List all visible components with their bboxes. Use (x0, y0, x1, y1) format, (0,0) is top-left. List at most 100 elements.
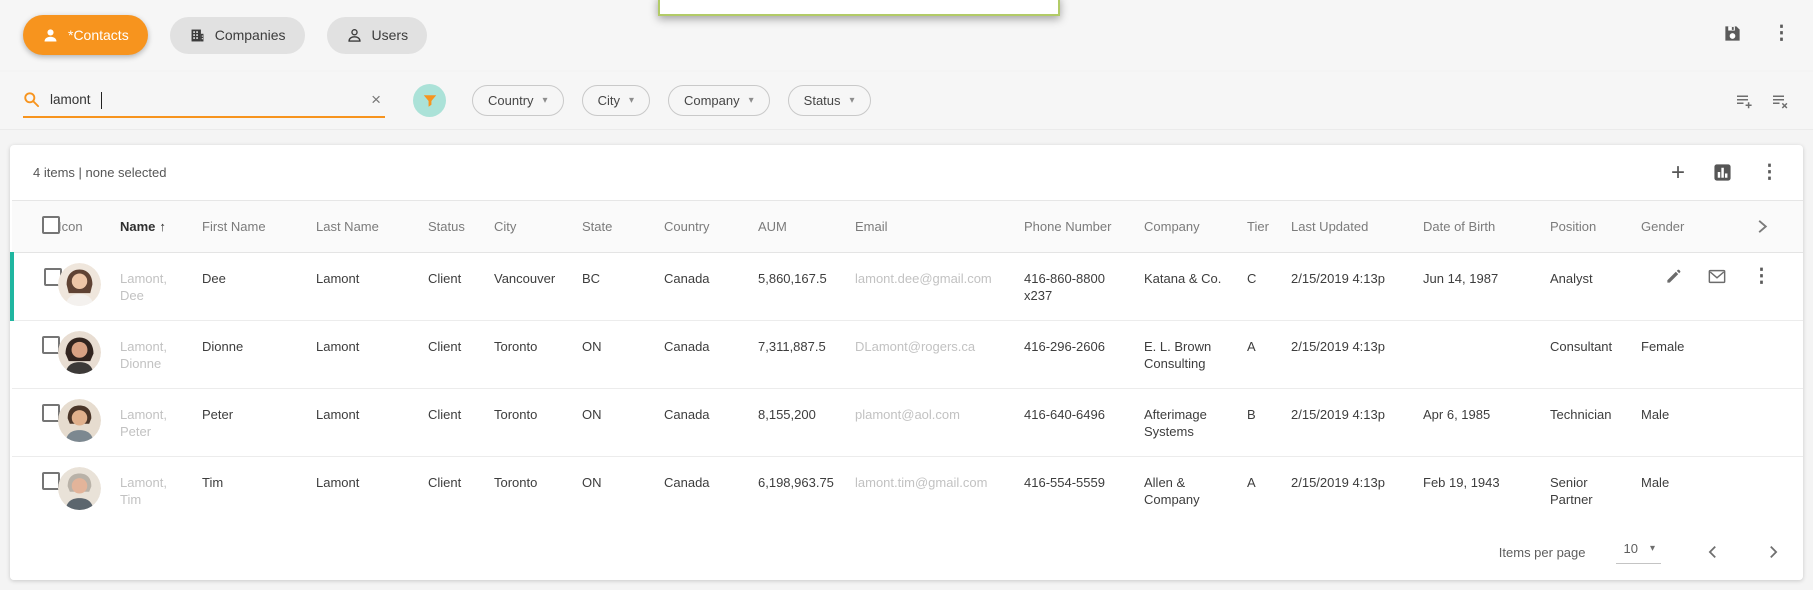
tab-contacts[interactable]: *Contacts (23, 15, 148, 55)
bar-chart-icon (1713, 163, 1732, 182)
col-city[interactable]: City (494, 201, 582, 253)
col-position[interactable]: Position (1550, 201, 1641, 253)
chevron-down-icon: ▾ (543, 95, 548, 106)
company-filter-dropdown[interactable]: Company ▾ (668, 85, 770, 116)
previous-page-button[interactable] (1705, 544, 1721, 560)
cell-phone: 416-860-8800 x237 (1024, 253, 1144, 321)
table-header-row: Icon Name↑ First Name Last Name Status C… (12, 201, 1803, 253)
table-row[interactable]: Lamont, Dionne Dionne Lamont Client Toro… (12, 321, 1803, 389)
popup-cutoff (658, 0, 1060, 16)
contacts-table-card: 4 items | none selected + ⋮ Icon (10, 145, 1803, 580)
cell-city: Toronto (494, 457, 582, 525)
table-row[interactable]: Lamont, Tim Tim Lamont Client Toronto ON… (12, 457, 1803, 525)
chevron-right-icon (1765, 544, 1781, 560)
col-last-updated[interactable]: Last Updated (1291, 201, 1423, 253)
col-tier[interactable]: Tier (1247, 201, 1291, 253)
avatar (58, 399, 101, 442)
row-checkbox[interactable] (42, 336, 60, 354)
cell-state: ON (582, 457, 664, 525)
cell-phone: 416-640-6496 (1024, 389, 1144, 457)
cell-phone: 416-296-2606 (1024, 321, 1144, 389)
cell-city: Toronto (494, 321, 582, 389)
save-icon (1723, 24, 1742, 43)
add-contact-button[interactable]: + (1671, 161, 1685, 185)
chart-view-button[interactable] (1713, 163, 1732, 182)
col-status[interactable]: Status (428, 201, 494, 253)
col-name[interactable]: Name↑ (120, 201, 202, 253)
table-row[interactable]: Lamont, Dee Dee Lamont Client Vancouver … (12, 253, 1803, 321)
tab-companies[interactable]: Companies (170, 17, 305, 54)
cell-aum: 8,155,200 (758, 389, 855, 457)
col-first-name[interactable]: First Name (202, 201, 316, 253)
cell-status: Client (428, 457, 494, 525)
cell-city: Vancouver (494, 253, 582, 321)
cell-country: Canada (664, 389, 758, 457)
search-icon (23, 91, 40, 108)
avatar (58, 467, 101, 510)
cell-tier: A (1247, 457, 1291, 525)
col-date-of-birth[interactable]: Date of Birth (1423, 201, 1550, 253)
chevron-down-icon: ▾ (1650, 543, 1655, 554)
building-icon (189, 27, 206, 44)
save-view-button[interactable] (1723, 24, 1742, 43)
tab-contacts-label: *Contacts (68, 27, 129, 43)
cell-company: E. L. Brown Consulting (1144, 321, 1247, 389)
col-company[interactable]: Company (1144, 201, 1247, 253)
col-phone[interactable]: Phone Number (1024, 201, 1144, 253)
items-per-page-select[interactable]: 10 ▾ (1616, 541, 1662, 564)
cell-last-updated: 2/15/2019 4:13p (1291, 321, 1423, 389)
cell-aum: 6,198,963.75 (758, 457, 855, 525)
cell-status: Client (428, 389, 494, 457)
search-box: × (23, 84, 385, 118)
avatar (58, 263, 101, 306)
cell-company: Afterimage Systems (1144, 389, 1247, 457)
cell-position: Senior Partner (1550, 457, 1641, 525)
col-gender[interactable]: Gender (1641, 201, 1731, 253)
col-icon: Icon (58, 201, 120, 253)
clear-search-icon[interactable]: × (367, 90, 385, 110)
row-checkbox[interactable] (42, 404, 60, 422)
cell-country: Canada (664, 457, 758, 525)
company-filter-label: Company (684, 93, 740, 108)
col-aum[interactable]: AUM (758, 201, 855, 253)
col-last-name[interactable]: Last Name (316, 201, 428, 253)
cell-tier: A (1247, 321, 1291, 389)
city-filter-dropdown[interactable]: City ▾ (582, 85, 650, 116)
tab-users[interactable]: Users (327, 17, 428, 54)
tab-users-label: Users (372, 27, 409, 43)
edit-contact-button[interactable] (1665, 268, 1682, 285)
search-input[interactable] (50, 92, 357, 107)
contacts-table: Icon Name↑ First Name Last Name Status C… (10, 200, 1803, 525)
country-filter-dropdown[interactable]: Country ▾ (472, 85, 564, 116)
playlist-add-icon (1735, 92, 1753, 110)
cell-tier: B (1247, 389, 1291, 457)
cell-gender: Male (1641, 457, 1731, 525)
col-state[interactable]: State (582, 201, 664, 253)
col-country[interactable]: Country (664, 201, 758, 253)
pagination-footer: Items per page 10 ▾ (10, 524, 1803, 580)
cell-city: Toronto (494, 389, 582, 457)
remove-from-list-button[interactable] (1771, 92, 1789, 110)
cell-country: Canada (664, 321, 758, 389)
cell-last-name: Lamont (316, 457, 428, 525)
text-cursor (101, 92, 102, 109)
row-checkbox[interactable] (42, 472, 60, 490)
more-options-icon[interactable]: ⋮ (1772, 24, 1791, 43)
more-columns-icon[interactable] (1731, 218, 1795, 235)
cell-status: Client (428, 321, 494, 389)
cell-name: Lamont, Dee (120, 253, 202, 321)
cell-state: ON (582, 321, 664, 389)
chevron-down-icon: ▾ (749, 95, 754, 106)
add-to-list-button[interactable] (1735, 92, 1753, 110)
cell-first-name: Dionne (202, 321, 316, 389)
table-row[interactable]: Lamont, Peter Peter Lamont Client Toront… (12, 389, 1803, 457)
row-menu-icon[interactable]: ⋮ (1752, 267, 1771, 286)
status-filter-dropdown[interactable]: Status ▾ (788, 85, 871, 116)
filter-funnel-button[interactable] (413, 84, 446, 117)
email-contact-button[interactable] (1708, 269, 1726, 284)
chevron-down-icon: ▾ (850, 95, 855, 106)
col-email[interactable]: Email (855, 201, 1024, 253)
table-menu-icon[interactable]: ⋮ (1760, 163, 1779, 182)
cell-aum: 7,311,887.5 (758, 321, 855, 389)
next-page-button[interactable] (1765, 544, 1781, 560)
